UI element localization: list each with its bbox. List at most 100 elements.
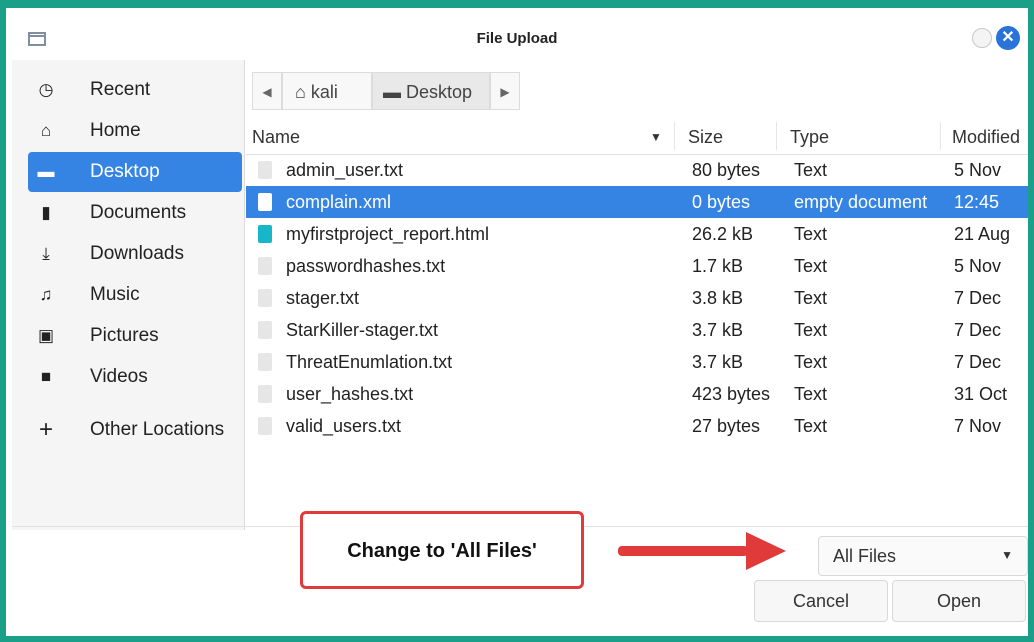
file-upload-dialog: File Upload ✕ ◷ Recent ⌂ Home ▬ Desktop … [6, 8, 1028, 636]
file-row[interactable]: user_hashes.txt 423 bytes Text 31 Oct [246, 378, 1028, 410]
sidebar-item-label: Recent [90, 79, 151, 100]
desktop-icon: ▬ [383, 82, 401, 102]
file-row[interactable]: stager.txt 3.8 kB Text 7 Dec [246, 282, 1028, 314]
places-sidebar: ◷ Recent ⌂ Home ▬ Desktop ▮ Documents ⤓ … [12, 60, 245, 530]
column-separator [776, 122, 777, 150]
file-icon [258, 289, 272, 307]
sidebar-item-label: Videos [90, 366, 148, 387]
file-size: 3.8 kB [692, 288, 744, 308]
column-header-type[interactable]: Type [790, 127, 829, 148]
path-back-button[interactable]: ◀ [252, 72, 282, 110]
file-icon [258, 193, 272, 211]
close-button[interactable]: ✕ [996, 26, 1020, 50]
column-header-name[interactable]: Name [252, 127, 300, 148]
file-type: Text [794, 416, 828, 436]
file-list: Name ▼ Size Type Modified admin_user.txt… [246, 118, 1028, 528]
sidebar-item-pictures[interactable]: ▣ Pictures [28, 316, 242, 356]
file-row[interactable]: admin_user.txt 80 bytes Text 5 Nov [246, 154, 1028, 186]
file-modified: 12:45 [954, 192, 1000, 212]
file-size: 27 bytes [692, 416, 761, 436]
file-row[interactable]: valid_users.txt 27 bytes Text 7 Nov [246, 410, 1028, 442]
path-crumb-desktop[interactable]: ▬ Desktop [372, 72, 490, 110]
file-type: Text [794, 352, 828, 372]
file-type: Text [794, 224, 828, 244]
annotation-text: Change to 'All Files' [347, 540, 537, 562]
column-header-size[interactable]: Size [688, 127, 723, 148]
file-size: 3.7 kB [692, 320, 744, 340]
file-modified: 5 Nov [954, 160, 1002, 180]
window-title: File Upload [476, 30, 558, 47]
video-icon: ■ [40, 367, 52, 386]
file-icon [258, 161, 272, 179]
file-icon [258, 417, 272, 435]
annotation-callout: Change to 'All Files' [300, 511, 584, 589]
clock-icon: ◷ [38, 80, 54, 99]
file-name: stager.txt [286, 288, 360, 308]
document-icon: ▮ [41, 203, 51, 222]
open-button[interactable]: Open [892, 580, 1026, 622]
file-row[interactable]: ThreatEnumlation.txt 3.7 kB Text 7 Dec [246, 346, 1028, 378]
file-type: Text [794, 160, 828, 180]
file-type: empty document [794, 192, 928, 212]
file-size: 1.7 kB [692, 256, 744, 276]
file-type: Text [794, 256, 828, 276]
file-type: Text [794, 384, 828, 404]
sidebar-item-music[interactable]: ♫ Music [28, 275, 242, 315]
chevron-right-icon: ▶ [500, 85, 510, 99]
file-modified: 21 Aug [954, 224, 1011, 244]
file-list-header: Name ▼ Size Type Modified [246, 118, 1028, 155]
annotation-arrow-shaft [618, 546, 748, 556]
sidebar-item-label: Home [90, 120, 141, 141]
file-modified: 7 Dec [954, 352, 1002, 372]
column-header-modified[interactable]: Modified [952, 127, 1020, 148]
chevron-left-icon: ◀ [262, 85, 272, 99]
file-name: valid_users.txt [286, 416, 402, 436]
file-name: user_hashes.txt [286, 384, 414, 404]
sidebar-item-home[interactable]: ⌂ Home [28, 111, 242, 151]
sidebar-item-desktop[interactable]: ▬ Desktop [28, 152, 242, 192]
path-crumb-label: Desktop [406, 82, 473, 102]
sidebar-item-label: Downloads [90, 243, 184, 264]
file-name: admin_user.txt [286, 160, 404, 180]
file-modified: 7 Dec [954, 288, 1002, 308]
path-crumb-home[interactable]: ⌂ kali [282, 72, 372, 110]
file-modified: 5 Nov [954, 256, 1002, 276]
file-row[interactable]: StarKiller-stager.txt 3.7 kB Text 7 Dec [246, 314, 1028, 346]
close-icon: ✕ [1001, 29, 1015, 46]
file-row[interactable]: passwordhashes.txt 1.7 kB Text 5 Nov [246, 250, 1028, 282]
file-row[interactable]: myfirstproject_report.html 26.2 kB Text … [246, 218, 1028, 250]
html-file-icon [258, 225, 272, 243]
sidebar-item-label: Music [90, 284, 140, 305]
cancel-button[interactable]: Cancel [754, 580, 888, 622]
plus-icon: + [38, 416, 53, 443]
sort-down-icon[interactable]: ▼ [650, 130, 662, 144]
path-crumb-label: kali [310, 82, 338, 102]
file-name: myfirstproject_report.html [286, 224, 490, 244]
chevron-down-icon: ▼ [1001, 548, 1013, 562]
file-type: Text [794, 288, 828, 308]
file-icon [258, 353, 272, 371]
sidebar-item-downloads[interactable]: ⤓ Downloads [28, 234, 242, 274]
file-type-filter-dropdown[interactable]: All Files ▼ [818, 536, 1028, 576]
file-row[interactable]: complain.xml 0 bytes empty document 12:4… [246, 186, 1028, 218]
file-name: complain.xml [286, 192, 392, 212]
sidebar-item-label: Other Locations [90, 419, 225, 440]
sidebar-item-label: Desktop [90, 161, 160, 182]
file-size: 26.2 kB [692, 224, 754, 244]
home-icon: ⌂ [40, 121, 52, 140]
file-name: passwordhashes.txt [286, 256, 446, 276]
music-icon: ♫ [39, 285, 53, 304]
sidebar-item-recent[interactable]: ◷ Recent [28, 70, 242, 110]
annotation-arrow-icon [746, 532, 786, 570]
path-forward-button[interactable]: ▶ [490, 72, 520, 110]
sidebar-item-label: Documents [90, 202, 187, 223]
column-separator [674, 122, 675, 150]
file-type: Text [794, 320, 828, 340]
minimize-button[interactable] [972, 28, 992, 48]
filter-selected-value: All Files [833, 546, 897, 566]
file-modified: 7 Dec [954, 320, 1002, 340]
sidebar-item-documents[interactable]: ▮ Documents [28, 193, 242, 233]
sidebar-item-videos[interactable]: ■ Videos [28, 357, 242, 397]
file-modified: 31 Oct [954, 384, 1008, 404]
sidebar-item-other-locations[interactable]: + Other Locations [28, 410, 242, 450]
